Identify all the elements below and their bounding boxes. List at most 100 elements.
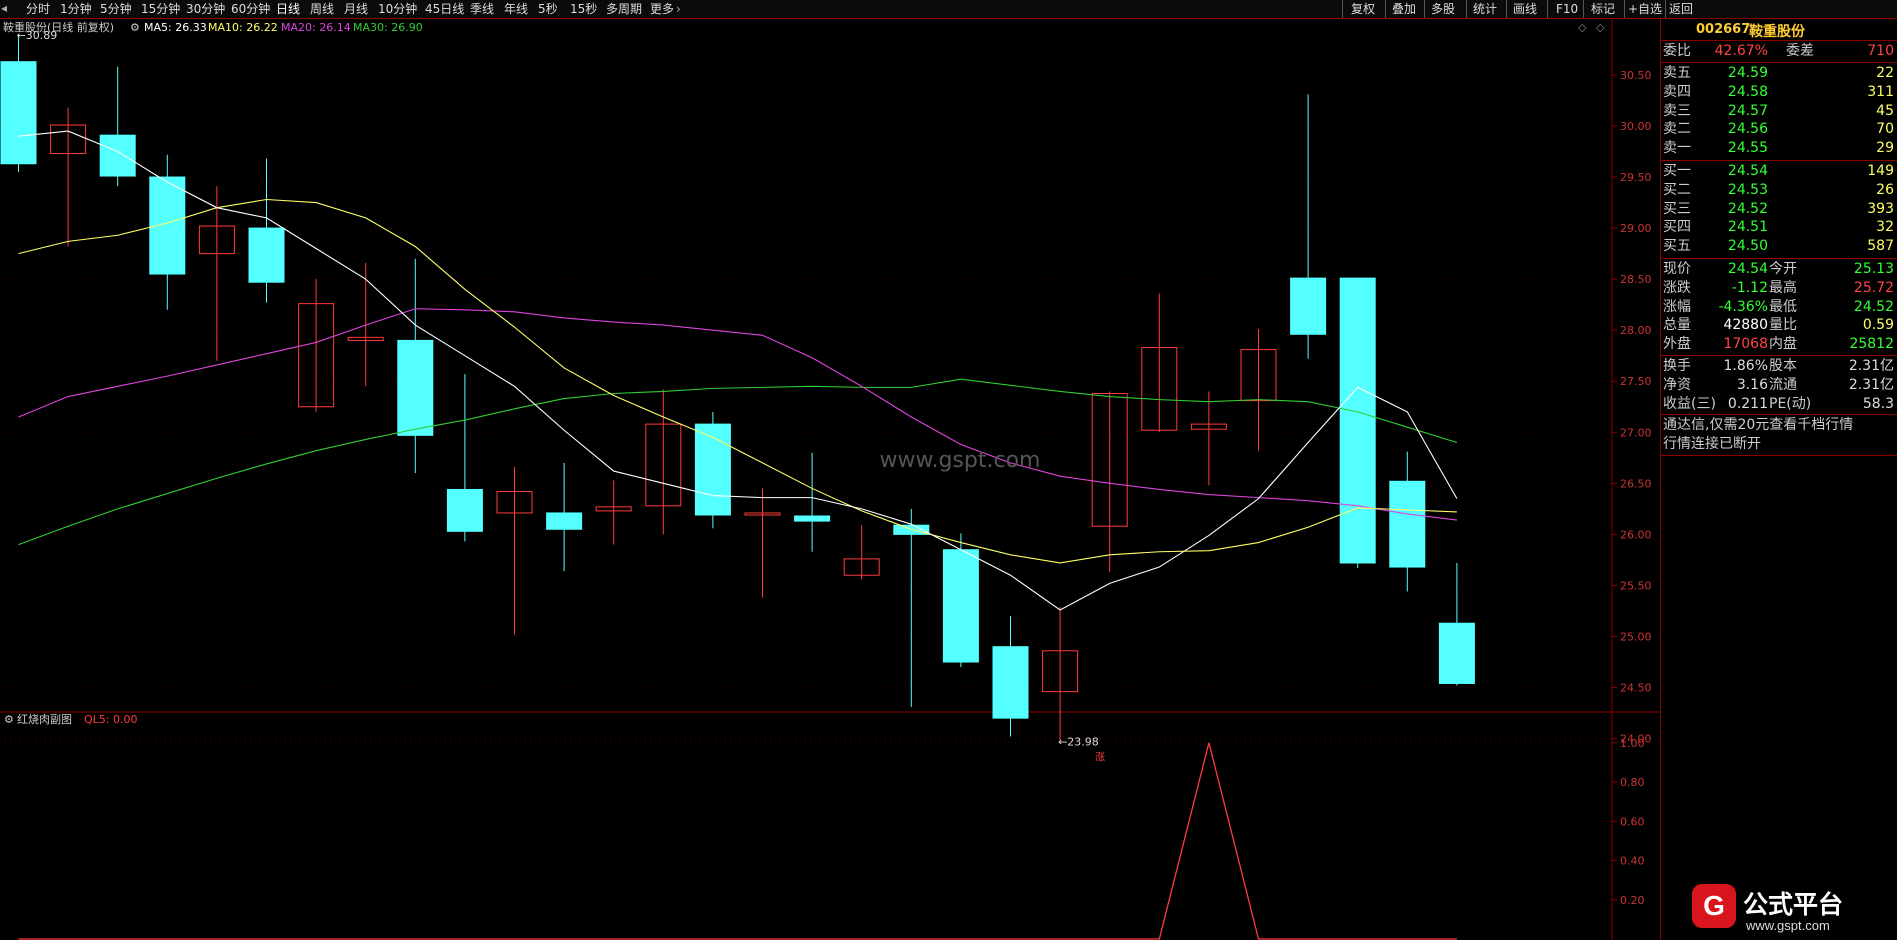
sell-level-label: 卖四	[1663, 83, 1691, 100]
period-tab-yearly[interactable]: 年线	[504, 2, 528, 16]
stat-value: 24.52	[1853, 298, 1894, 315]
period-tab-monthly[interactable]: 月线	[344, 2, 368, 16]
period-tab-5sec[interactable]: 5秒	[538, 2, 558, 16]
period-tab-multi[interactable]: 多周期	[606, 2, 642, 16]
stat-label: 涨跌	[1663, 279, 1691, 296]
quote-stat-row: 涨幅 -4.36% 最低 24.52	[1661, 298, 1897, 317]
candle-body	[99, 134, 136, 177]
sell-level-volume: 70	[1876, 121, 1894, 138]
stat-label: 现价	[1663, 261, 1691, 277]
buy-level-row: 买五 24.50 587	[1661, 237, 1897, 256]
period-tab-15min[interactable]: 15分钟	[141, 2, 180, 16]
y-tick-label: 28.00	[1620, 324, 1652, 337]
period-tab-daily[interactable]: 日线	[276, 2, 300, 16]
quote-divider	[1661, 258, 1897, 259]
stat-label: 最低	[1769, 298, 1797, 315]
sell-level-row: 卖三 24.57 45	[1661, 102, 1897, 121]
period-tab-more[interactable]: 更多	[650, 2, 674, 16]
period-tab-weekly[interactable]: 周线	[310, 2, 334, 16]
y-tick-label: 24.50	[1620, 682, 1652, 695]
y-tick-label: 27.50	[1620, 375, 1652, 388]
y-tick-label: 30.50	[1620, 69, 1652, 82]
diamond-icon[interactable]: ◇	[1578, 21, 1586, 34]
weibi-row: 委比 42.67% 委差 710	[1661, 42, 1897, 61]
expand-icon[interactable]: ◇	[1596, 21, 1604, 34]
quote-divider	[1661, 355, 1897, 356]
candle-body	[248, 227, 285, 283]
period-tab-45day[interactable]: 45日线	[425, 2, 464, 16]
period-tab-1min[interactable]: 1分钟	[60, 2, 92, 16]
quote-fundamental-row: 收益(三) 0.211 PE(动) 58.3	[1661, 395, 1897, 414]
y-tick-label: 26.00	[1620, 528, 1652, 541]
buy-level-label: 买五	[1663, 238, 1691, 255]
buy-level-volume: 393	[1867, 200, 1894, 217]
back-button[interactable]: 返回	[1669, 2, 1693, 16]
period-tab-quarterly[interactable]: 季线	[470, 2, 494, 16]
y-tick-label: 25.50	[1620, 579, 1652, 592]
overlay-button[interactable]: 叠加	[1392, 2, 1416, 16]
quote-fundamental-row: 换手 1.86% 股本 2.31亿	[1661, 357, 1897, 376]
buy-level-volume: 32	[1876, 219, 1894, 236]
period-tab-60min[interactable]: 60分钟	[231, 2, 270, 16]
buy-level-volume: 26	[1876, 181, 1894, 198]
chevron-right-icon[interactable]: ›	[676, 2, 681, 16]
add-watchlist-button[interactable]: +自选	[1628, 2, 1662, 16]
candle-body	[0, 61, 37, 165]
draw-line-button[interactable]: 画线	[1513, 2, 1537, 16]
buy-level-price: 24.52	[1727, 200, 1768, 217]
statistics-button[interactable]: 统计	[1473, 2, 1497, 16]
mark-button[interactable]: 标记	[1591, 2, 1615, 16]
buy-level-row: 买二 24.53 26	[1661, 181, 1897, 200]
y-tick-label: 27.00	[1620, 426, 1652, 439]
multi-stock-button[interactable]: 多股	[1431, 2, 1455, 16]
fundamental-value: 3.16	[1736, 376, 1768, 393]
sell-level-price: 24.58	[1727, 83, 1768, 100]
period-tab-15sec[interactable]: 15秒	[570, 2, 597, 16]
period-tab-fenshi[interactable]: 分时	[26, 2, 50, 16]
y-tick-label: 26.50	[1620, 477, 1652, 490]
buy-level-volume: 149	[1867, 163, 1894, 179]
adjust-button[interactable]: 复权	[1351, 2, 1375, 16]
sell-level-price: 24.57	[1727, 102, 1768, 119]
stat-value: -4.36%	[1718, 298, 1768, 315]
stat-label: 最高	[1769, 279, 1797, 296]
buy-level-row: 买一 24.54 149	[1661, 162, 1897, 181]
period-toolbar: ◂ 分时 1分钟 5分钟 15分钟 30分钟 60分钟 日线 周线 月线 10分…	[0, 0, 1897, 19]
chart-title: 鞍重股份(日线 前复权)	[3, 21, 115, 34]
candle-body	[397, 339, 434, 436]
ma20-legend: MA20: 26.14	[281, 21, 351, 34]
stat-label: 外盘	[1663, 336, 1691, 353]
candle-body	[1389, 480, 1426, 568]
stat-value: 17068	[1723, 336, 1768, 353]
subchart-settings-icon[interactable]: ⚙	[4, 713, 14, 726]
stock-code: 002667	[1696, 22, 1751, 37]
stat-value: 25.72	[1853, 279, 1894, 296]
stat-label: 内盘	[1769, 336, 1797, 353]
period-tab-5min[interactable]: 5分钟	[100, 2, 132, 16]
y-tick-label: 25.00	[1620, 630, 1652, 643]
buy-level-price: 24.53	[1727, 181, 1768, 198]
stat-label: 量比	[1769, 317, 1797, 334]
candle-body	[992, 646, 1029, 719]
ma10-legend: MA10: 26.22	[208, 21, 278, 34]
stat-value: 0.59	[1862, 317, 1894, 334]
settings-icon[interactable]: ⚙	[130, 21, 140, 34]
ma5-legend: MA5: 26.33	[144, 21, 207, 34]
period-tab-10min[interactable]: 10分钟	[378, 2, 417, 16]
weicha-label: 委差	[1786, 43, 1814, 59]
period-tab-30min[interactable]: 30分钟	[186, 2, 225, 16]
sell-level-volume: 29	[1876, 140, 1894, 157]
stat-value: 42880	[1723, 317, 1768, 334]
quote-panel: 002667 鞍重股份 委比 42.67% 委差 710 卖五 24.59 22 卖四 24.5…	[1660, 19, 1897, 940]
buy-level-row: 买四 24.51 32	[1661, 218, 1897, 237]
left-arrow-icon[interactable]: ◂	[1, 1, 7, 15]
f10-button[interactable]: F10	[1556, 2, 1578, 16]
quote-stat-row: 现价 24.54 今开 25.13	[1661, 260, 1897, 279]
sub-y-tick-label: 0.40	[1620, 855, 1645, 868]
sub-y-tick-label: 1.00	[1620, 737, 1645, 750]
sell-level-volume: 311	[1867, 83, 1894, 100]
weibi-value: 42.67%	[1714, 43, 1768, 59]
stat-label: 涨幅	[1663, 298, 1691, 315]
kline-chart[interactable]: 30.50 30.00 29.50 29.00 28.50 28.00 27.50 27.00…	[0, 19, 1660, 940]
sell-level-price: 24.56	[1727, 121, 1768, 138]
